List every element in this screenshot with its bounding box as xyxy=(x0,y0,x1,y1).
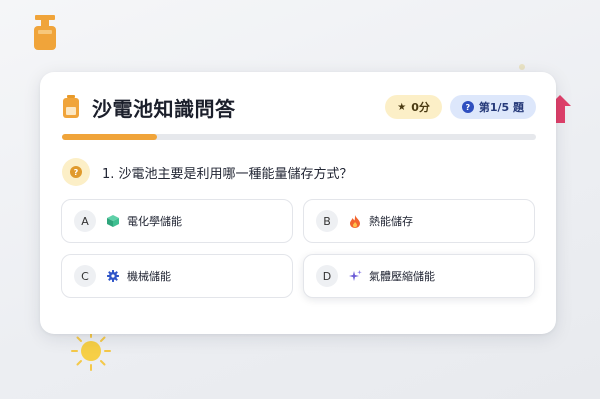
decorative-dot xyxy=(519,64,525,70)
question-row: ? 1. 沙電池主要是利用哪一種能量儲存方式？ xyxy=(62,158,353,186)
question-text: 1. 沙電池主要是利用哪一種能量儲存方式？ xyxy=(102,166,353,182)
option-text: 機械儲能 xyxy=(127,270,171,283)
option-text: 氣體壓縮儲能 xyxy=(369,270,435,283)
progress-label: 第1/5 題 xyxy=(478,101,524,114)
question-mark-icon: ? xyxy=(62,158,90,186)
option-letter: C xyxy=(74,265,96,287)
page-title: 沙電池知識問答 xyxy=(92,96,236,121)
star-icon: ★ xyxy=(397,101,407,113)
option-b[interactable]: B 熱能儲存 xyxy=(303,199,535,243)
battery-icon xyxy=(63,95,79,118)
option-letter: A xyxy=(74,210,96,232)
quiz-card: 沙電池知識問答 ★ 0分 ? 第1/5 題 ? 1. 沙電池主要是利用哪一種能量… xyxy=(40,72,556,334)
option-text: 熱能儲存 xyxy=(369,215,413,228)
progress-bar xyxy=(62,134,536,140)
question-progress-badge: ? 第1/5 題 xyxy=(449,95,536,119)
option-d[interactable]: D 氣體壓縮儲能 xyxy=(303,254,535,298)
option-letter: D xyxy=(316,265,338,287)
quiz-header: 沙電池知識問答 ★ 0分 ? 第1/5 題 xyxy=(62,92,536,122)
sun-decoration-icon xyxy=(71,331,111,371)
flame-icon xyxy=(348,214,362,228)
option-letter: B xyxy=(316,210,338,232)
cube-icon xyxy=(106,214,120,228)
option-a[interactable]: A 電化學儲能 xyxy=(61,199,293,243)
score-badge: ★ 0分 xyxy=(385,95,442,119)
score-label: 0分 xyxy=(411,101,430,114)
question-circle-icon: ? xyxy=(461,101,474,113)
progress-bar-fill xyxy=(62,134,157,140)
battery-decoration-icon xyxy=(34,15,56,50)
gear-icon xyxy=(106,269,120,283)
option-c[interactable]: C 機械儲能 xyxy=(61,254,293,298)
sparkle-icon xyxy=(348,269,362,283)
option-text: 電化學儲能 xyxy=(127,215,182,228)
